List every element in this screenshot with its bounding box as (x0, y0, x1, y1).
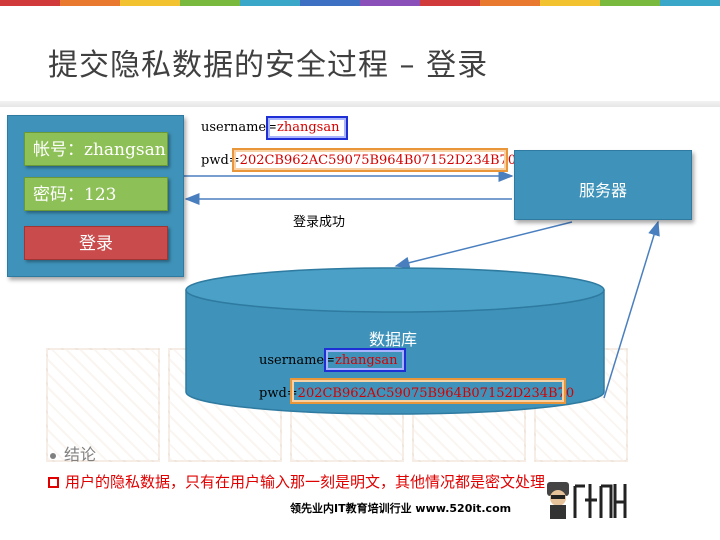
bullet-dot-icon (50, 452, 56, 459)
footer-text: 领先业内IT教育培训行业 www.520it.com (290, 502, 512, 515)
request-username-highlight (266, 116, 348, 140)
request-pwd-highlight (232, 148, 508, 172)
db-pwd-highlight (290, 378, 566, 404)
login-button[interactable]: 登录 (24, 226, 168, 260)
square-bullet-icon (48, 477, 59, 488)
mascot-logo-icon (547, 482, 627, 519)
password-field[interactable]: 密码：123 (24, 177, 168, 211)
bullet-statement: 用户的隐私数据，只有在用户输入那一刻是明文，其他情况都是密文处理 (48, 471, 545, 492)
account-field[interactable]: 帐号：zhangsan (24, 132, 168, 166)
database-label: 数据库 (369, 330, 418, 349)
login-panel: 帐号：zhangsan 密码：123 登录 (7, 115, 184, 277)
bullet-conclusion: 结论 (50, 441, 96, 465)
response-label: 登录成功 (293, 215, 346, 230)
query-arrow (394, 221, 573, 269)
server-box: 服务器 (514, 150, 692, 220)
result-arrow (603, 220, 660, 399)
bullet-statement-text: 用户的隐私数据，只有在用户输入那一刻是明文，其他情况都是密文处理 (65, 473, 546, 491)
db-username-highlight (324, 348, 406, 372)
bullet-conclusion-text: 结论 (64, 445, 97, 464)
